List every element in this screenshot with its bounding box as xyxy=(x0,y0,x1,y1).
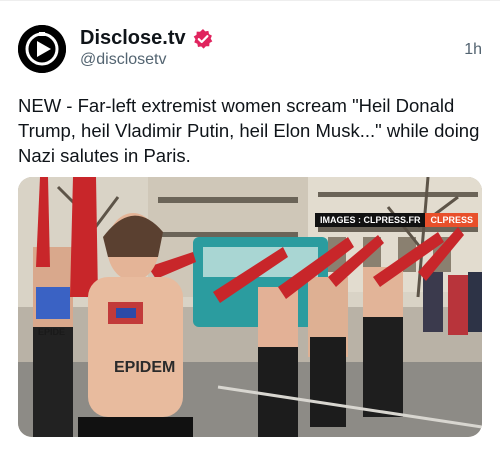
author-row: Disclose.tv xyxy=(80,27,214,50)
image-watermark: IMAGES : CLPRESS.FR CLPRESS xyxy=(314,213,478,227)
post-card[interactable]: Disclose.tv @disclosetv 1h NEW - Far-lef… xyxy=(0,0,500,456)
post-timestamp[interactable]: 1h xyxy=(464,41,482,59)
disclose-logo-icon xyxy=(18,25,66,73)
watermark-left: IMAGES : CLPRESS.FR xyxy=(314,213,426,227)
post-image[interactable]: EPIDEM EPIDE IMAGES : CLPRESS.FR CLPRESS xyxy=(18,177,482,437)
author-name[interactable]: Disclose.tv xyxy=(80,27,186,50)
body-paint-text-left: EPIDE xyxy=(38,327,65,337)
post-text: NEW - Far-left extremist women scream "H… xyxy=(18,95,480,166)
avatar[interactable] xyxy=(18,25,66,73)
body-paint-text: EPIDEM xyxy=(114,359,175,376)
watermark-right: CLPRESS xyxy=(425,213,478,227)
verified-badge-icon xyxy=(193,28,212,49)
author-handle[interactable]: @disclosetv xyxy=(80,51,167,69)
